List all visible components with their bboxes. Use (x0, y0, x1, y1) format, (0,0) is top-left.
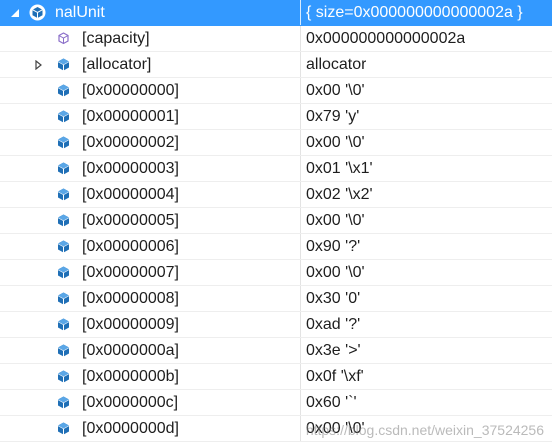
root-row[interactable]: nalUnit { size=0x000000000000002a } (0, 0, 552, 26)
item-name: [0x00000001] (82, 107, 179, 125)
list-item[interactable]: [0x00000005] 0x00 '\0' (0, 208, 552, 234)
item-value: allocator (306, 55, 367, 73)
item-value: 0x02 '\x2' (306, 185, 373, 203)
item-value: 0xad '?' (306, 315, 361, 333)
object-icon (55, 134, 72, 151)
list-item[interactable]: [0x00000008] 0x30 '0' (0, 286, 552, 312)
list-item[interactable]: [0x0000000b] 0x0f '\xf' (0, 364, 552, 390)
item-value: 0x60 '`' (306, 393, 357, 411)
item-name: [0x00000007] (82, 263, 179, 281)
item-name: [capacity] (82, 29, 150, 47)
expand-icon[interactable] (32, 52, 46, 77)
object-icon (55, 290, 72, 307)
item-name: [0x00000006] (82, 237, 179, 255)
list-item[interactable]: [capacity] 0x000000000000002a (0, 26, 552, 52)
item-name: [0x0000000c] (82, 393, 179, 411)
item-value: 0x00 '\0' (306, 263, 365, 281)
item-value: 0x00 '\0' (306, 211, 365, 229)
column-separator[interactable] (300, 0, 301, 25)
item-value: 0x90 '?' (306, 237, 361, 255)
children-list: [capacity] 0x000000000000002a [allocator] a… (0, 26, 552, 442)
name-column: [0x0000000b] (0, 364, 300, 389)
name-column: [0x00000004] (0, 182, 300, 207)
property-icon (55, 30, 72, 47)
item-name: [0x0000000a] (82, 341, 179, 359)
object-icon (55, 56, 72, 73)
name-column: [0x00000002] (0, 130, 300, 155)
list-item[interactable]: [0x0000000c] 0x60 '`' (0, 390, 552, 416)
name-column: [0x00000008] (0, 286, 300, 311)
list-item[interactable]: [0x00000001] 0x79 'y' (0, 104, 552, 130)
name-column: [0x00000000] (0, 78, 300, 103)
item-name: [0x0000000b] (82, 367, 179, 385)
item-name: [0x00000005] (82, 211, 179, 229)
name-column: [0x00000009] (0, 312, 300, 337)
list-item[interactable]: [0x0000000a] 0x3e '>' (0, 338, 552, 364)
list-item[interactable]: [allocator] allocator (0, 52, 552, 78)
name-column: [0x00000001] (0, 104, 300, 129)
name-column: [capacity] (0, 26, 300, 51)
item-name: [0x00000002] (82, 133, 179, 151)
list-item[interactable]: [0x00000007] 0x00 '\0' (0, 260, 552, 286)
item-name: [0x00000003] (82, 159, 179, 177)
list-item[interactable]: [0x00000004] 0x02 '\x2' (0, 182, 552, 208)
object-icon (55, 212, 72, 229)
item-value: 0x00 '\0' (306, 81, 365, 99)
watch-window: nalUnit { size=0x000000000000002a } [cap… (0, 0, 552, 446)
list-item[interactable]: [0x00000000] 0x00 '\0' (0, 78, 552, 104)
object-icon (55, 264, 72, 281)
list-item[interactable]: [0x00000003] 0x01 '\x1' (0, 156, 552, 182)
item-value: 0x000000000000002a (306, 29, 466, 47)
object-icon (55, 316, 72, 333)
object-icon (55, 342, 72, 359)
name-column: [0x0000000d] (0, 416, 300, 441)
root-name: nalUnit (55, 3, 105, 21)
name-column: [0x0000000c] (0, 390, 300, 415)
list-item[interactable]: [0x00000002] 0x00 '\0' (0, 130, 552, 156)
list-item[interactable]: [0x0000000d] 0x00 '\0' (0, 416, 552, 442)
item-name: [0x00000004] (82, 185, 179, 203)
list-item[interactable]: [0x00000009] 0xad '?' (0, 312, 552, 338)
name-column: nalUnit (0, 0, 300, 25)
name-column: [0x00000007] (0, 260, 300, 285)
object-icon (55, 238, 72, 255)
name-column: [0x00000003] (0, 156, 300, 181)
list-item[interactable]: [0x00000006] 0x90 '?' (0, 234, 552, 260)
object-icon (55, 82, 72, 99)
root-value: { size=0x000000000000002a } (306, 3, 523, 21)
item-value: 0x00 '\0' (306, 133, 365, 151)
item-value: 0x00 '\0' (306, 419, 365, 437)
object-icon (55, 368, 72, 385)
object-icon (55, 186, 72, 203)
item-name: [allocator] (82, 55, 152, 73)
name-column: [0x0000000a] (0, 338, 300, 363)
item-name: [0x00000009] (82, 315, 179, 333)
item-name: [0x00000000] (82, 81, 179, 99)
name-column: [0x00000006] (0, 234, 300, 259)
collapse-icon[interactable] (8, 0, 22, 25)
item-name: [0x00000008] (82, 289, 179, 307)
name-column: [allocator] (0, 52, 300, 77)
object-icon (55, 160, 72, 177)
object-icon (29, 4, 46, 21)
item-value: 0x3e '>' (306, 341, 361, 359)
item-value: 0x01 '\x1' (306, 159, 373, 177)
name-column: [0x00000005] (0, 208, 300, 233)
object-icon (55, 420, 72, 437)
item-name: [0x0000000d] (82, 419, 179, 437)
item-value: 0x30 '0' (306, 289, 361, 307)
item-value: 0x79 'y' (306, 107, 360, 125)
item-value: 0x0f '\xf' (306, 367, 364, 385)
object-icon (55, 108, 72, 125)
object-icon (55, 394, 72, 411)
